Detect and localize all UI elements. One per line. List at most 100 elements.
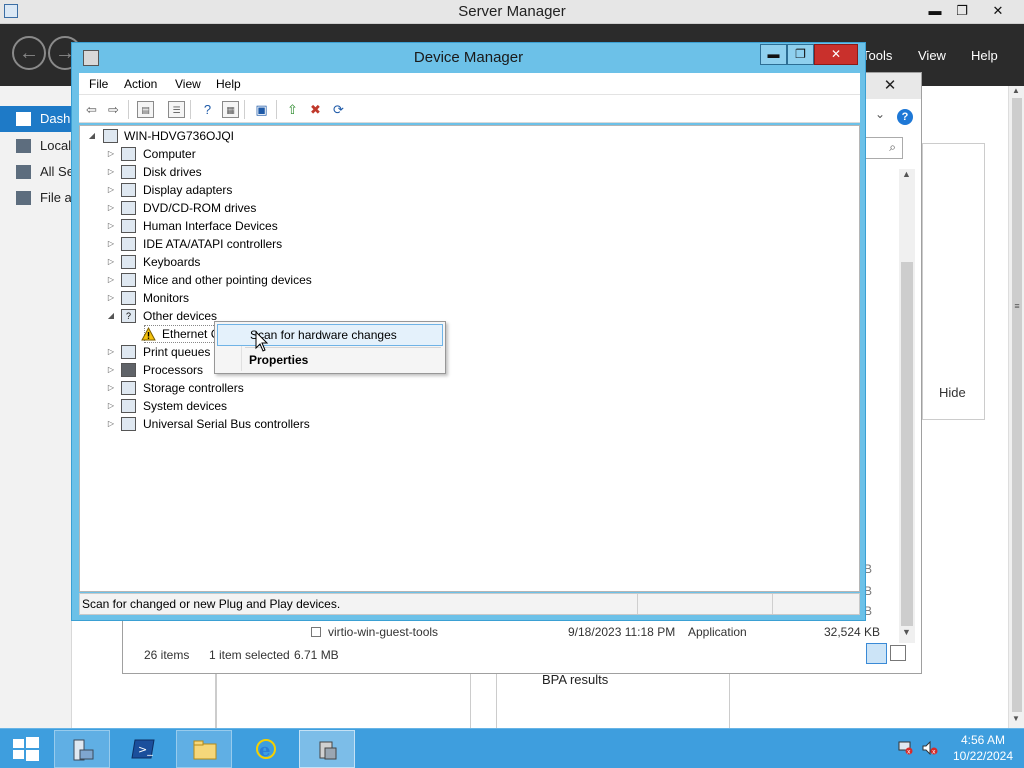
scan-for-hardware-changes-item[interactable]: Scan for hardware changes — [217, 324, 443, 346]
help-icon[interactable]: ? — [199, 101, 216, 118]
dashboard-icon — [16, 112, 31, 126]
minimize-button[interactable]: ▬ — [760, 44, 787, 65]
uninstall-device-icon[interactable]: ✖ — [307, 101, 324, 118]
scan-hardware-icon[interactable]: ⟳ — [330, 101, 347, 118]
device-manager-window: Device Manager ▬ ❐ ✕ File Action View He… — [71, 42, 866, 621]
expand-icon[interactable]: ▷ — [106, 289, 116, 307]
help-icon[interactable]: ? — [897, 109, 913, 125]
search-input[interactable]: ⌕ — [861, 137, 903, 159]
sidebar-item-file-services[interactable]: File a — [0, 185, 72, 211]
update-driver-icon[interactable]: ⇧ — [284, 101, 301, 118]
file-name: virtio-win-guest-tools — [328, 625, 439, 639]
expand-icon[interactable]: ▷ — [106, 181, 116, 199]
scroll-down-icon[interactable]: ▼ — [1012, 714, 1020, 723]
expand-icon[interactable]: ▷ — [106, 415, 116, 433]
action-pane-icon[interactable]: ▦ — [222, 101, 239, 118]
hide-button[interactable]: Hide — [939, 385, 966, 400]
scrollbar-thumb[interactable] — [901, 262, 913, 626]
system-clock[interactable]: 4:56 AM 10/22/2024 — [946, 732, 1020, 764]
properties-item[interactable]: Properties — [217, 349, 443, 371]
search-icon: ⌕ — [889, 140, 896, 154]
tree-item-keyboards[interactable]: ▷ Keyboards — [80, 253, 380, 271]
tree-item-human-interface-devices[interactable]: ▷ Human Interface Devices — [80, 217, 380, 235]
menu-tools[interactable]: Tools — [862, 48, 892, 63]
tree-item-disk-drives[interactable]: ▷ Disk drives — [80, 163, 380, 181]
tree-item-label: Mice and other pointing devices — [143, 273, 312, 287]
table-row[interactable]: virtio-win-guest-tools 9/18/2023 11:18 P… — [131, 622, 891, 642]
expand-icon[interactable]: ▷ — [106, 235, 116, 253]
forward-icon[interactable]: ⇨ — [105, 101, 122, 118]
sidebar-item-all-servers[interactable]: All Se — [0, 159, 72, 185]
expand-icon[interactable]: ▷ — [106, 199, 116, 217]
maximize-button[interactable]: ❐ — [945, 0, 979, 22]
close-button[interactable]: ✕ — [814, 44, 858, 65]
menu-view[interactable]: View — [175, 77, 201, 91]
network-warning-icon[interactable]: x — [898, 741, 913, 756]
tree-item-usb-controllers[interactable]: ▷ Universal Serial Bus controllers — [80, 415, 380, 433]
scroll-down-icon[interactable]: ▼ — [902, 627, 911, 637]
expand-icon[interactable]: ▷ — [106, 253, 116, 271]
start-button[interactable] — [0, 729, 52, 768]
console-tree-icon[interactable]: ▤ — [137, 101, 154, 118]
powershell-icon: >_ — [131, 739, 155, 759]
grip-icon: ≡ — [1014, 301, 1020, 311]
expand-icon[interactable]: ▷ — [106, 343, 116, 361]
sidebar-item-local-server[interactable]: Local — [0, 133, 72, 159]
close-button[interactable]: ✕ — [980, 0, 1016, 22]
scroll-up-icon[interactable]: ▲ — [902, 169, 911, 179]
collapse-icon[interactable]: ◢ — [87, 127, 97, 145]
scroll-up-icon[interactable]: ▲ — [1012, 86, 1020, 95]
menu-file[interactable]: File — [89, 77, 108, 91]
properties-icon[interactable]: ☰ — [168, 101, 185, 118]
menu-help[interactable]: Help — [971, 48, 998, 63]
bpa-results-tile: BPA results — [496, 671, 730, 728]
menu-help[interactable]: Help — [216, 77, 241, 91]
tile-divider — [215, 671, 217, 728]
expand-icon[interactable]: ▷ — [106, 163, 116, 181]
dvd-drive-icon — [121, 201, 136, 215]
scrollbar-thumb[interactable] — [1012, 98, 1022, 712]
volume-muted-icon[interactable]: x — [922, 740, 938, 756]
tree-root[interactable]: ◢ WIN-HDVG736OJQI — [80, 127, 380, 145]
tree-item-mice[interactable]: ▷ Mice and other pointing devices — [80, 271, 380, 289]
file-date: 9/18/2023 11:18 PM — [568, 625, 676, 639]
tree-item-system-devices[interactable]: ▷ System devices — [80, 397, 380, 415]
back-arrow-icon[interactable]: ← — [12, 36, 46, 70]
expand-icon[interactable]: ▷ — [106, 145, 116, 163]
taskbar-device-manager[interactable] — [299, 730, 355, 768]
maximize-button[interactable]: ❐ — [787, 44, 814, 65]
details-view-icon[interactable] — [866, 643, 887, 664]
device-manager-title: Device Manager — [413, 49, 524, 66]
expand-icon[interactable]: ▷ — [106, 217, 116, 235]
printer-icon — [121, 345, 136, 359]
taskbar-internet-explorer[interactable]: e — [238, 730, 294, 768]
menu-view[interactable]: View — [918, 48, 946, 63]
sidebar-item-dashboard[interactable]: Dash — [0, 106, 72, 132]
explorer-scrollbar[interactable]: ▲ ▼ — [899, 169, 915, 643]
back-icon[interactable]: ⇦ — [83, 101, 100, 118]
status-separator — [772, 594, 773, 614]
explorer-close-button[interactable]: ✕ — [865, 75, 915, 97]
tree-item-dvd-cd-rom-drives[interactable]: ▷ DVD/CD-ROM drives — [80, 199, 380, 217]
disk-drive-icon — [121, 165, 136, 179]
server-manager-scrollbar[interactable]: ▲ ≡ ▼ — [1008, 86, 1024, 728]
svg-text:>_: >_ — [138, 743, 153, 756]
taskbar-server-manager[interactable] — [54, 730, 110, 768]
tree-item-display-adapters[interactable]: ▷ Display adapters — [80, 181, 380, 199]
tree-item-monitors[interactable]: ▷ Monitors — [80, 289, 380, 307]
tree-item-ide-ata-atapi-controllers[interactable]: ▷ IDE ATA/ATAPI controllers — [80, 235, 380, 253]
tree-item-computer[interactable]: ▷ Computer — [80, 145, 380, 163]
taskbar-powershell[interactable]: >_ — [115, 730, 171, 768]
large-icons-view-icon[interactable] — [890, 645, 906, 661]
file-type: Application — [688, 625, 747, 639]
expand-icon[interactable]: ▷ — [106, 271, 116, 289]
taskbar-file-explorer[interactable] — [176, 730, 232, 768]
expand-icon[interactable]: ▷ — [106, 379, 116, 397]
menu-action[interactable]: Action — [124, 77, 157, 91]
expand-icon[interactable]: ▷ — [106, 397, 116, 415]
tree-item-storage-controllers[interactable]: ▷ Storage controllers — [80, 379, 380, 397]
expand-icon[interactable]: ▷ — [106, 361, 116, 379]
computer-view-icon[interactable]: ▣ — [253, 101, 270, 118]
chevron-down-icon[interactable]: ⌄ — [875, 107, 885, 121]
collapse-icon[interactable]: ◢ — [106, 307, 116, 325]
